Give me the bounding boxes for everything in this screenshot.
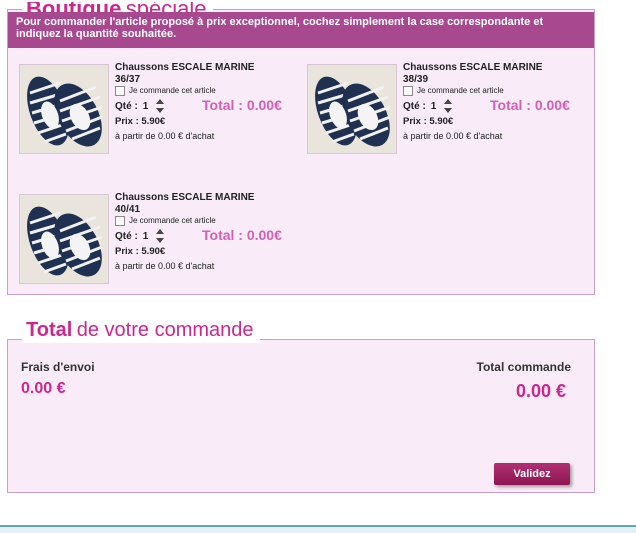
order-checkbox-label: Je commande cet article	[417, 86, 504, 95]
order-checkbox-label: Je commande cet article	[129, 86, 216, 95]
stepper-up-icon[interactable]	[156, 229, 165, 234]
product-min-order: à partir de 0.00 € d'achat	[115, 261, 215, 271]
quantity-label: Qté :	[403, 100, 426, 112]
order-total-heading-strong: Total	[26, 319, 73, 341]
order-checkbox[interactable]	[115, 86, 125, 96]
product-price: Prix : 5.90€	[403, 116, 454, 127]
quantity-stepper[interactable]	[155, 99, 165, 113]
product-name: Chaussons ESCALE MARINE	[115, 192, 255, 203]
product-name: Chaussons ESCALE MARINE	[115, 62, 255, 73]
stepper-up-icon[interactable]	[444, 99, 453, 104]
quantity-value[interactable]: 1	[143, 101, 149, 112]
footer-band	[0, 527, 636, 533]
product-min-order: à partir de 0.00 € d'achat	[403, 131, 503, 141]
order-total-heading: Total de votre commande	[22, 317, 260, 343]
stepper-up-icon[interactable]	[156, 99, 165, 104]
shipping-label: Frais d'envoi	[21, 360, 95, 374]
stepper-down-icon[interactable]	[156, 108, 165, 113]
order-total-heading-light: de votre commande	[76, 319, 254, 341]
boutique-section: Boutique spéciale Pour commander l'artic…	[7, 2, 595, 295]
product-image[interactable]	[19, 194, 109, 284]
order-checkbox-label: Je commande cet article	[129, 216, 216, 225]
product-size: 36/37	[115, 74, 141, 85]
product-image[interactable]	[307, 64, 397, 154]
quantity-stepper[interactable]	[443, 99, 453, 113]
product-price: Prix : 5.90€	[115, 116, 166, 127]
boutique-instructions: Pour commander l'article proposé à prix …	[8, 12, 594, 48]
order-total-section: Total de votre commande Frais d'envoi 0.…	[7, 317, 595, 493]
quantity-value[interactable]: 1	[431, 101, 437, 112]
slipper-image	[20, 195, 108, 283]
stepper-down-icon[interactable]	[156, 238, 165, 243]
product-card: Chaussons ESCALE MARINE 40/41 Je command…	[8, 192, 293, 292]
quantity-value[interactable]: 1	[143, 231, 149, 242]
product-price: Prix : 5.90€	[115, 246, 166, 257]
validate-button[interactable]: Validez	[494, 463, 570, 485]
order-checkbox[interactable]	[403, 86, 413, 96]
shipping-value: 0.00 €	[21, 380, 66, 397]
product-total: Total : 0.00€	[490, 97, 570, 113]
product-card: Chaussons ESCALE MARINE 38/39 Je command…	[296, 62, 581, 162]
order-total-label: Total commande	[476, 360, 571, 374]
quantity-stepper[interactable]	[155, 229, 165, 243]
product-image[interactable]	[19, 64, 109, 154]
product-min-order: à partir de 0.00 € d'achat	[115, 131, 215, 141]
slipper-image	[308, 65, 396, 153]
product-name: Chaussons ESCALE MARINE	[403, 62, 543, 73]
product-card: Chaussons ESCALE MARINE 36/37 Je command…	[8, 62, 293, 162]
product-size: 40/41	[115, 204, 141, 215]
product-size: 38/39	[403, 74, 429, 85]
stepper-down-icon[interactable]	[444, 108, 453, 113]
order-checkbox[interactable]	[115, 216, 125, 226]
quantity-label: Qté :	[115, 230, 138, 242]
order-total-value: 0.00 €	[515, 381, 566, 401]
product-total: Total : 0.00€	[202, 97, 282, 113]
quantity-label: Qté :	[115, 100, 138, 112]
slipper-image	[20, 65, 108, 153]
product-total: Total : 0.00€	[202, 227, 282, 243]
